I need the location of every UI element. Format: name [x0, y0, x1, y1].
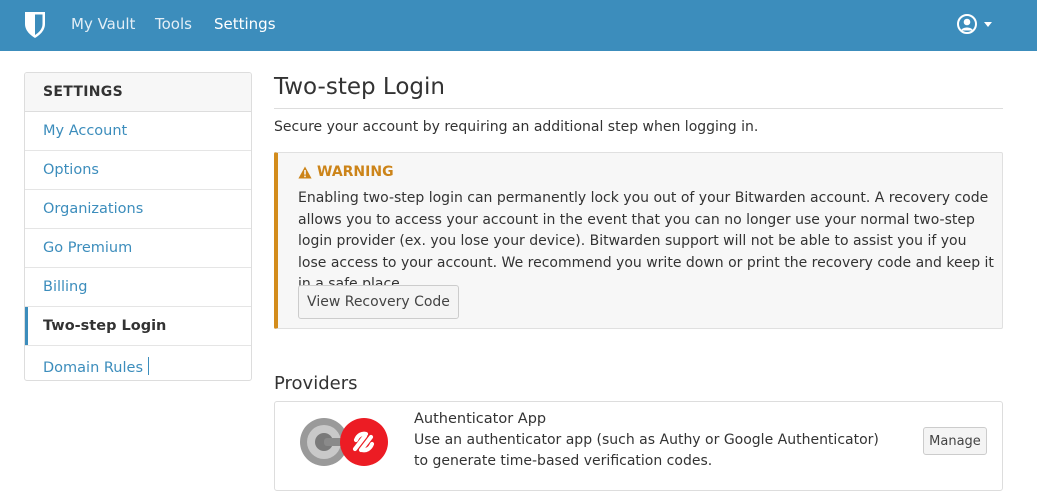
sidebar-item-label: Domain Rules	[43, 360, 143, 376]
top-navbar: My Vault Tools Settings	[0, 0, 1037, 51]
manage-button[interactable]: Manage	[923, 427, 987, 455]
sidebar-item-my-account[interactable]: My Account	[25, 112, 251, 151]
text-cursor	[148, 357, 149, 375]
sidebar-header: SETTINGS	[25, 73, 251, 112]
warning-title: WARNING	[298, 164, 394, 180]
sidebar-item-go-premium[interactable]: Go Premium	[25, 229, 251, 268]
authenticator-app-logo	[300, 418, 388, 466]
provider-description: Use an authenticator app (such as Authy …	[414, 432, 879, 469]
nav-my-vault[interactable]: My Vault	[71, 15, 135, 33]
nav-tools[interactable]: Tools	[155, 15, 192, 33]
title-divider	[274, 108, 1003, 109]
sidebar-item-billing[interactable]: Billing	[25, 268, 251, 307]
settings-sidebar: SETTINGS My Account Options Organization…	[24, 72, 252, 381]
sidebar-item-two-step-login[interactable]: Two-step Login	[25, 307, 251, 346]
warning-callout: WARNING Enabling two-step login can perm…	[274, 152, 1003, 329]
providers-heading: Providers	[274, 373, 358, 394]
warning-triangle-icon	[298, 166, 312, 178]
provider-name: Authenticator App	[414, 411, 547, 427]
sidebar-item-organizations[interactable]: Organizations	[25, 190, 251, 229]
chevron-down-icon	[984, 22, 992, 27]
sidebar-item-domain-rules[interactable]: Domain Rules	[25, 346, 251, 380]
view-recovery-code-button[interactable]: View Recovery Code	[298, 285, 459, 319]
account-menu-button[interactable]	[956, 13, 996, 35]
nav-settings[interactable]: Settings	[214, 15, 276, 33]
sidebar-item-options[interactable]: Options	[25, 151, 251, 190]
bitwarden-shield-logo[interactable]	[23, 11, 47, 39]
warning-text: Enabling two-step login can permanently …	[298, 190, 994, 292]
page-title: Two-step Login	[274, 74, 445, 100]
warning-title-text: WARNING	[317, 164, 394, 180]
user-circle-icon	[957, 14, 977, 34]
intro-text: Secure your account by requiring an addi…	[274, 119, 759, 135]
